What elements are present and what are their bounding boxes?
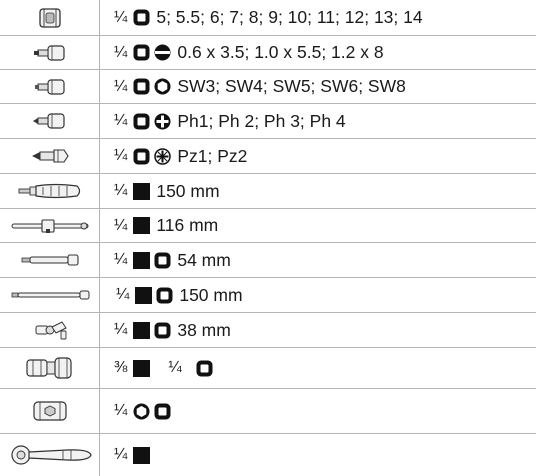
square-drive-outline-icon (154, 252, 171, 268)
spec-text: 150 mm (156, 180, 220, 201)
drive-size: ¼ (114, 112, 128, 129)
square-drive-solid-icon (133, 251, 151, 269)
drive-size: ¼ (114, 43, 128, 61)
tool-cell (0, 389, 100, 433)
spec-cell: ¼ 54 mm (101, 243, 536, 277)
pozidriv-bit-icon (31, 149, 69, 163)
phillips-bit-socket-icon (32, 113, 65, 129)
long-extension-bar-icon (11, 290, 89, 300)
spec-cell: ¼ (101, 389, 536, 433)
drive-size: ⅜ (114, 359, 128, 376)
ratchet-icon (10, 445, 92, 465)
sliding-t-bar-icon (11, 218, 88, 233)
spec-cell: ¼ Pz1; Pz2 (101, 139, 536, 173)
table-row: ¼ 116 mm (0, 209, 536, 243)
drive-size: ¼ (114, 216, 128, 234)
square-drive-solid-icon (133, 217, 151, 234)
table-row: ¼ 5; 5.5; 6; 7; 8; 9; 10; 11; 12; 13; 14 (0, 0, 536, 36)
drive-size: ¼ (114, 8, 128, 26)
square-drive-outline-icon (133, 9, 150, 26)
drive-size-secondary: ¼ (168, 359, 182, 376)
square-drive-outline-icon (154, 403, 171, 419)
table-row: ¼ 150 mm (0, 278, 536, 313)
spec-text: 150 mm (179, 284, 243, 305)
tool-cell (0, 70, 100, 103)
table-row: ¼ (0, 434, 536, 476)
table-row: ¼ 54 mm (0, 243, 536, 278)
spec-text: Pz1; Pz2 (177, 145, 248, 166)
spec-text: 116 mm (156, 215, 219, 235)
tool-cell (0, 104, 100, 138)
drive-size: ¼ (114, 77, 128, 95)
spinner-handle-icon (18, 183, 80, 199)
square-drive-solid-icon (133, 321, 151, 339)
spec-cell: ¼ 150 mm (101, 174, 536, 208)
spec-cell: ¼ SW3; SW4; SW5; SW6; SW8 (101, 70, 536, 103)
spec-cell: ¼ 116 mm (101, 209, 536, 242)
drive-size: ¼ (114, 147, 128, 164)
square-drive-solid-icon (133, 359, 151, 377)
table-row: ¼ SW3; SW4; SW5; SW6; SW8 (0, 70, 536, 104)
drive-size: ¼ (114, 321, 128, 338)
table-row: ¼ 0.6 x 3.5; 1.0 x 5.5; 1.2 x 8 (0, 36, 536, 70)
bit-adaptor-icon (32, 401, 67, 421)
drive-size: ¼ (114, 182, 128, 199)
table-row: ¼ 150 mm (0, 174, 536, 209)
short-socket-icon (38, 7, 61, 28)
square-drive-outline-icon (133, 44, 150, 61)
table-row: ⅜ ¼ (0, 348, 536, 389)
slotted-bit-socket-icon (33, 44, 65, 61)
slotted-tip-icon (154, 44, 171, 61)
table-row: ¼ (0, 389, 536, 434)
tool-cell (0, 139, 100, 173)
square-drive-solid-icon (133, 446, 151, 464)
hex-tip-icon (154, 78, 171, 95)
square-drive-outline-icon (133, 113, 150, 129)
hex-tip-icon (133, 403, 150, 419)
drive-size: ¼ (114, 446, 128, 463)
tool-cell (0, 348, 100, 388)
hex-bit-socket-icon (34, 78, 65, 95)
tool-cell (0, 278, 100, 312)
square-drive-solid-icon (133, 182, 151, 200)
spec-cell: ¼ 0.6 x 3.5; 1.0 x 5.5; 1.2 x 8 (101, 36, 536, 69)
square-drive-outline-icon (156, 287, 173, 303)
tool-cell (0, 209, 100, 242)
tool-spec-table: ¼ 5; 5.5; 6; 7; 8; 9; 10; 11; 12; 13; 14… (0, 0, 536, 476)
spec-text: SW3; SW4; SW5; SW6; SW8 (177, 76, 406, 96)
square-drive-outline-icon (154, 322, 171, 338)
square-drive-solid-icon (135, 286, 153, 304)
pozidriv-tip-icon (154, 147, 172, 165)
tool-cell (0, 243, 100, 277)
drive-size: ¼ (116, 286, 130, 303)
phillips-tip-icon (154, 113, 171, 129)
spec-text: 38 mm (177, 319, 231, 340)
tool-cell (0, 313, 100, 347)
square-drive-outline-icon (133, 78, 150, 95)
spec-text: Ph1; Ph 2; Ph 3; Ph 4 (177, 110, 346, 131)
tool-cell (0, 174, 100, 208)
spec-cell: ¼ Ph1; Ph 2; Ph 3; Ph 4 (101, 104, 536, 138)
spec-text: 54 mm (177, 249, 231, 270)
short-extension-bar-icon (21, 254, 79, 266)
table-row: ¼ 38 mm (0, 313, 536, 348)
spec-cell: ¼ 150 mm (101, 278, 536, 312)
spec-cell: ⅜ ¼ (101, 348, 536, 388)
spec-cell: ¼ 38 mm (101, 313, 536, 347)
spec-cell: ¼ (101, 434, 536, 476)
tool-cell (0, 434, 100, 476)
table-row: ¼ Ph1; Ph 2; Ph 3; Ph 4 (0, 104, 536, 139)
square-drive-outline-icon (196, 360, 213, 376)
drive-size: ¼ (114, 251, 128, 268)
spec-cell: ¼ 5; 5.5; 6; 7; 8; 9; 10; 11; 12; 13; 14 (101, 0, 536, 35)
tool-cell (0, 36, 100, 69)
universal-joint-icon (35, 321, 67, 340)
drive-size: ¼ (114, 402, 128, 419)
spec-text: 5; 5.5; 6; 7; 8; 9; 10; 11; 12; 13; 14 (156, 7, 423, 27)
adaptor-icon (25, 357, 72, 379)
square-drive-outline-icon (133, 148, 150, 164)
spec-text: 0.6 x 3.5; 1.0 x 5.5; 1.2 x 8 (177, 42, 384, 62)
tool-cell (0, 0, 100, 35)
table-row: ¼ Pz1; Pz2 (0, 139, 536, 174)
